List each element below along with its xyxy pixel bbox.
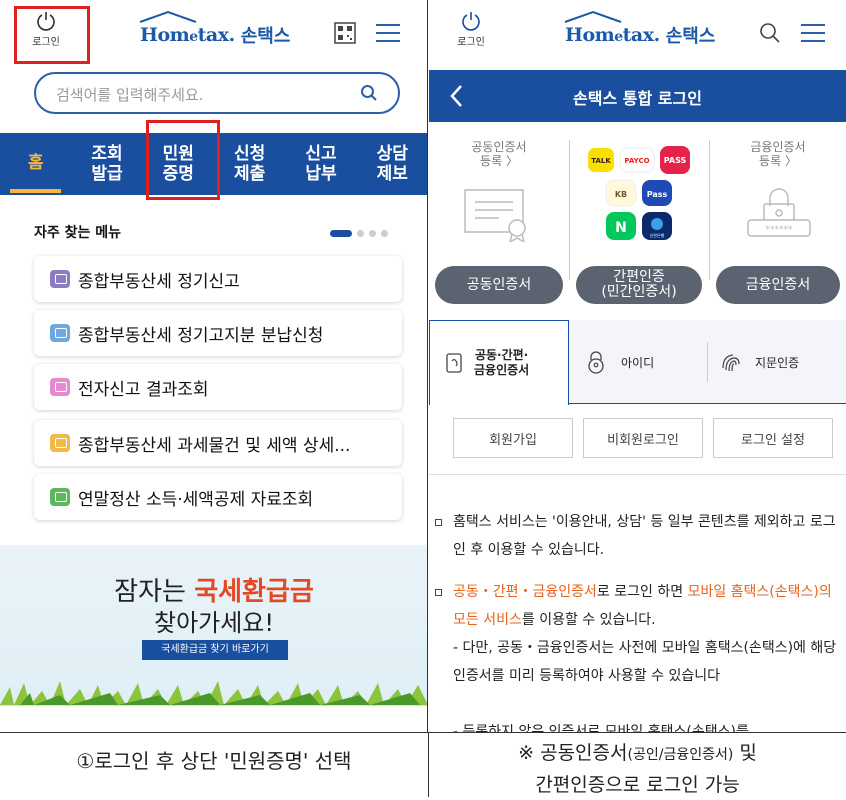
notice-registration: - 다만, 공동・금융인증서는 사전에 모바일 홈택스(손택스)에 해당 인증서… <box>453 640 837 684</box>
menu-item-icon <box>50 378 70 396</box>
svg-text:신한은행: 신한은행 <box>650 232 665 238</box>
divider <box>429 474 846 475</box>
phone-cert-icon <box>446 353 462 373</box>
menu-item[interactable]: 종합부동산세 과세물건 및 세액 상세... <box>34 420 402 466</box>
notice-all-services: 공동・간편・금융인증서로 로그인 하면 모바일 홈택스(손택스)의 모든 서비스… <box>435 578 843 634</box>
fingerprint-icon <box>722 354 740 372</box>
menu-item-icon <box>50 324 70 342</box>
svg-text:KB: KB <box>615 190 627 199</box>
banner-subline: 찾아가세요! <box>153 609 275 637</box>
svg-text:TALK: TALK <box>591 157 611 165</box>
login-title: 손택스 통합 로그인 <box>573 89 702 108</box>
login-title-bar: 손택스 통합 로그인 <box>429 70 846 122</box>
carousel-indicator[interactable] <box>330 230 388 237</box>
tab-id[interactable]: 아이디 <box>585 320 705 404</box>
tab-fingerprint[interactable]: 지문인증 <box>719 320 846 404</box>
nav-apply-submit[interactable]: 신청 제출 <box>214 133 285 195</box>
grass-illustration <box>0 681 427 705</box>
login-highlight <box>14 6 90 64</box>
svg-text:PASS: PASS <box>664 156 687 165</box>
svg-text:******: ****** <box>766 225 794 235</box>
signup-button[interactable]: 회원가입 <box>453 418 573 458</box>
refund-shortcut-button[interactable]: 국세환급금 찾기 바로가기 <box>142 640 288 660</box>
menu-item[interactable]: 연말정산 소득·세액공제 자료조회 <box>34 474 402 520</box>
svg-text:N: N <box>615 220 627 236</box>
hamburger-menu-icon[interactable] <box>799 22 827 44</box>
joint-cert-register-link[interactable]: 공동인증서 등록 〉 <box>429 140 569 168</box>
right-phone-screen: 로그인 Hometax. 손택스 손택스 통합 로그인 공동인증서 등록 〉 공… <box>429 0 846 732</box>
financial-cert-register-link[interactable]: 금융인증서 등록 〉 <box>710 140 846 168</box>
search-input[interactable]: 검색어를 입력해주세요. <box>34 72 400 114</box>
joint-cert-button[interactable]: 공동인증서 <box>435 266 563 304</box>
search-icon[interactable] <box>759 22 781 44</box>
simple-auth-apps-icon: TALK PAYCO PASS KB Pass N 신한은행 <box>588 146 690 240</box>
left-caption: ①로그인 후 상단 '민원증명' 선택 <box>76 749 352 773</box>
financial-cert-button[interactable]: 금융인증서 <box>716 266 840 304</box>
logo-wordmark: Hometax. <box>565 24 660 46</box>
svg-text:Pass: Pass <box>647 190 668 199</box>
roof-icon <box>139 10 197 23</box>
notice-unregistered: - 등록하지 않은 인증서로 모바일 홈택스(손택스)를 <box>453 724 749 732</box>
refund-banner[interactable]: 잠자는 국세환급금 찾아가세요! 국세환급금 찾기 바로가기 <box>0 545 427 705</box>
power-icon <box>462 12 480 31</box>
joint-cert-column: 공동인증서 등록 〉 공동인증서 <box>429 122 569 308</box>
header: 로그인 Hometax. 손택스 <box>429 0 846 64</box>
menu-item-icon <box>50 270 70 288</box>
tab-certificate[interactable]: 공동·간편· 금융인증서 <box>429 320 569 405</box>
menu-item[interactable]: 종합부동산세 정기신고 <box>34 256 402 302</box>
left-phone-screen: 로그인 Hometax. 손택스 검색어를 입력해주세요. 홈 조회 발급 민원… <box>0 0 428 732</box>
search-icon[interactable] <box>360 84 378 102</box>
login-button[interactable]: 로그인 <box>441 10 501 48</box>
nav-home[interactable]: 홈 <box>0 133 71 195</box>
lock-icon <box>588 351 604 374</box>
qr-code-icon[interactable] <box>334 22 356 44</box>
nav-inquiry-issue[interactable]: 조회 발급 <box>71 133 142 195</box>
menu-item-icon <box>50 434 70 452</box>
search-placeholder: 검색어를 입력해주세요. <box>56 86 204 104</box>
menu-item[interactable]: 전자신고 결과조회 <box>34 364 402 410</box>
notice-login-required: 홈택스 서비스는 '이용안내, 상담' 등 일부 콘텐츠를 제외하고 로그인 후… <box>435 508 843 564</box>
bottom-toolbar <box>0 705 427 732</box>
frequent-menu-title: 자주 찾는 메뉴 <box>34 225 122 241</box>
nav-report-pay[interactable]: 신고 납부 <box>285 133 356 195</box>
divider <box>0 732 846 733</box>
svg-text:PAYCO: PAYCO <box>624 157 649 165</box>
roof-icon <box>564 10 622 23</box>
simple-auth-button[interactable]: 간편인증 (민간인증서) <box>576 266 702 304</box>
hometax-logo[interactable]: Hometax. 손택스 <box>139 10 291 50</box>
right-caption: ※ 공동인증서(공인/금융인증서) 및 간편인증으로 로그인 가능 <box>518 742 757 796</box>
menu-item[interactable]: 종합부동산세 정기고지분 분납신청 <box>34 310 402 356</box>
menu-item-icon <box>50 488 70 506</box>
logo-wordmark: Hometax. <box>140 24 235 46</box>
lock-password-icon: ****** <box>747 188 811 237</box>
login-label: 로그인 <box>457 37 485 48</box>
screenshot-frame: 로그인 Hometax. 손택스 검색어를 입력해주세요. 홈 조회 발급 민원… <box>0 0 846 797</box>
civil-certificate-highlight <box>146 120 220 200</box>
hometax-logo[interactable]: Hometax. 손택스 <box>564 10 716 50</box>
logo-sontax: 손택스 <box>240 26 291 47</box>
guest-login-button[interactable]: 비회원로그인 <box>583 418 703 458</box>
simple-auth-column: TALK PAYCO PASS KB Pass N 신한은행 간편인증 (민간인증… <box>570 122 708 308</box>
logo-sontax: 손택스 <box>665 26 716 47</box>
certificate-icon <box>464 189 526 242</box>
login-method-tabs: 공동·간편· 금융인증서 아이디 지문인증 <box>429 320 846 405</box>
nav-consult-report[interactable]: 상담 제보 <box>357 133 427 195</box>
financial-cert-column: 금융인증서 등록 〉 ****** 금융인증서 <box>710 122 846 308</box>
hamburger-menu-icon[interactable] <box>374 22 402 44</box>
login-settings-button[interactable]: 로그인 설정 <box>713 418 833 458</box>
